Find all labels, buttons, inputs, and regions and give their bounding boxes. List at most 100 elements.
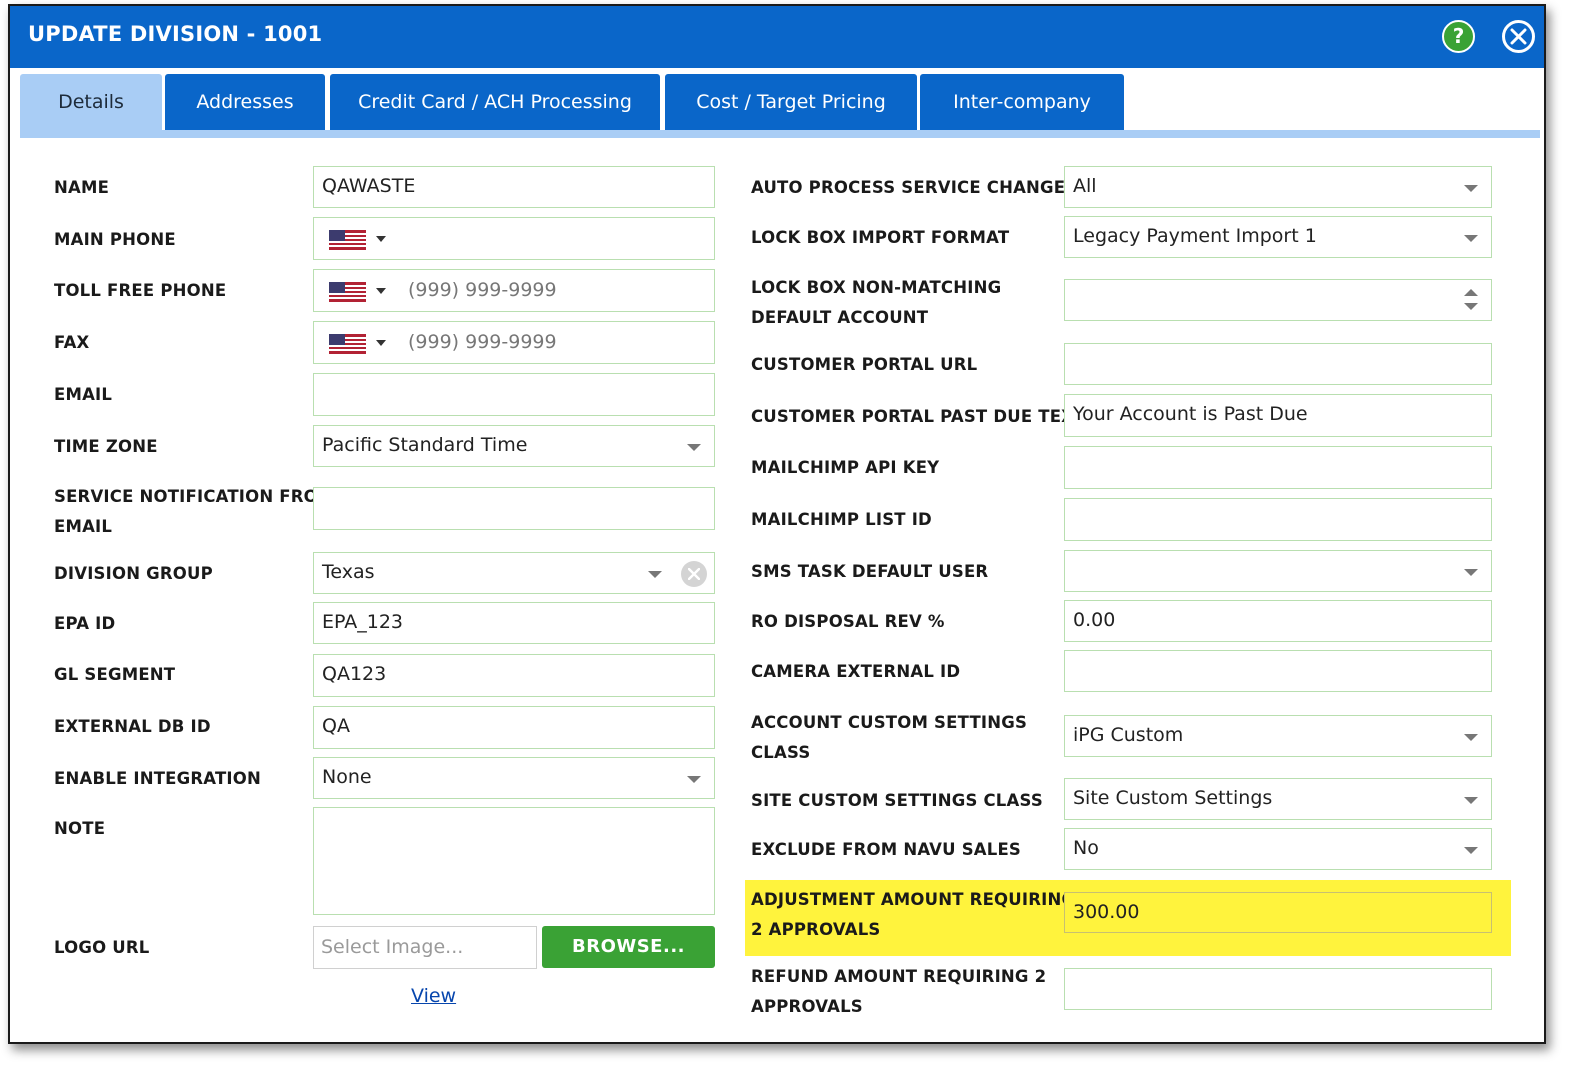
adjustment-amount-value: 300.00 — [1073, 901, 1140, 923]
email-label: EMAIL — [54, 385, 113, 404]
external-db-id-input[interactable]: QA — [313, 706, 715, 749]
main-phone-label: MAIN PHONE — [54, 230, 176, 249]
auto-process-value: All — [1073, 175, 1097, 197]
chevron-down-icon — [1464, 185, 1478, 192]
epa-id-input[interactable]: EPA_123 — [313, 602, 715, 644]
portal-url-label: CUSTOMER PORTAL URL — [751, 355, 978, 374]
camera-external-id-input[interactable] — [1064, 650, 1492, 692]
logo-url-label: LOGO URL — [54, 938, 150, 957]
name-label: NAME — [54, 178, 110, 197]
epa-id-value: EPA_123 — [322, 611, 404, 633]
update-division-dialog: UPDATE DIVISION - 1001 ? Details Address… — [8, 4, 1546, 1044]
external-db-id-label: EXTERNAL DB ID — [54, 717, 211, 736]
account-custom-settings-value: iPG Custom — [1073, 724, 1184, 746]
exclude-navu-sales-label: EXCLUDE FROM NAVU SALES — [751, 840, 1022, 859]
tab-inter-company[interactable]: Inter-company — [920, 74, 1124, 130]
us-flag-icon[interactable] — [329, 230, 366, 250]
note-textarea[interactable] — [313, 807, 715, 915]
adjustment-amount-input[interactable]: 300.00 — [1064, 892, 1492, 933]
site-custom-settings-select[interactable]: Site Custom Settings — [1064, 778, 1492, 820]
account-custom-settings-label-2: CLASS — [751, 743, 811, 762]
chevron-down-icon — [648, 571, 662, 578]
epa-id-label: EPA ID — [54, 614, 116, 633]
tab-cost-target-pricing[interactable]: Cost / Target Pricing — [665, 74, 917, 130]
adjustment-amount-label-2: 2 APPROVALS — [751, 920, 881, 939]
auto-process-select[interactable]: All — [1064, 166, 1492, 208]
time-zone-label: TIME ZONE — [54, 437, 158, 456]
time-zone-select[interactable]: Pacific Standard Time — [313, 425, 715, 467]
service-notification-email-input[interactable] — [313, 487, 715, 530]
spinner-up-icon[interactable] — [1464, 289, 1478, 296]
ro-disposal-rev-label: RO DISPOSAL REV % — [751, 612, 945, 631]
lock-box-nonmatching-input[interactable] — [1064, 279, 1492, 321]
sms-task-user-label: SMS TASK DEFAULT USER — [751, 562, 989, 581]
external-db-id-value: QA — [322, 715, 350, 737]
gl-segment-label: GL SEGMENT — [54, 665, 176, 684]
email-input[interactable] — [313, 373, 715, 416]
account-custom-settings-select[interactable]: iPG Custom — [1064, 715, 1492, 757]
tab-bar: Details Addresses Credit Card / ACH Proc… — [20, 74, 1540, 132]
main-phone-input[interactable] — [313, 217, 715, 260]
us-flag-icon[interactable] — [329, 334, 366, 354]
mailchimp-list-id-label: MAILCHIMP LIST ID — [751, 510, 932, 529]
sms-task-user-select[interactable] — [1064, 550, 1492, 592]
exclude-navu-sales-select[interactable]: No — [1064, 828, 1492, 870]
country-dropdown-icon[interactable] — [376, 340, 386, 346]
camera-external-id-label: CAMERA EXTERNAL ID — [751, 662, 961, 681]
tab-details[interactable]: Details — [20, 74, 162, 130]
mailchimp-api-key-input[interactable] — [1064, 446, 1492, 489]
portal-past-due-input[interactable]: Your Account is Past Due — [1064, 394, 1492, 437]
us-flag-icon[interactable] — [329, 282, 366, 302]
toll-free-phone-placeholder: (999) 999-9999 — [408, 279, 557, 301]
time-zone-value: Pacific Standard Time — [322, 434, 528, 456]
exclude-navu-sales-value: No — [1073, 837, 1099, 859]
mailchimp-list-id-input[interactable] — [1064, 498, 1492, 541]
ro-disposal-rev-input[interactable]: 0.00 — [1064, 600, 1492, 642]
division-group-select[interactable]: Texas — [313, 552, 715, 594]
chevron-down-icon — [1464, 847, 1478, 854]
name-value: QAWASTE — [322, 175, 416, 197]
fax-input[interactable]: (999) 999-9999 — [313, 321, 715, 364]
tab-credit-card-ach[interactable]: Credit Card / ACH Processing — [330, 74, 660, 130]
portal-url-input[interactable] — [1064, 343, 1492, 385]
service-notification-label-2: EMAIL — [54, 517, 113, 536]
chevron-down-icon — [1464, 797, 1478, 804]
enable-integration-select[interactable]: None — [313, 757, 715, 799]
close-icon[interactable] — [1502, 20, 1535, 53]
lock-box-nonmatching-label-2: DEFAULT ACCOUNT — [751, 308, 929, 327]
chevron-down-icon — [687, 776, 701, 783]
spinner-down-icon[interactable] — [1464, 303, 1478, 310]
enable-integration-label: ENABLE INTEGRATION — [54, 769, 261, 788]
service-notification-label-1: SERVICE NOTIFICATION FROM — [54, 487, 335, 506]
browse-button[interactable]: BROWSE... — [542, 926, 715, 968]
mailchimp-api-key-label: MAILCHIMP API KEY — [751, 458, 940, 477]
help-icon[interactable]: ? — [1442, 20, 1475, 53]
refund-amount-input[interactable] — [1064, 968, 1492, 1010]
portal-past-due-value: Your Account is Past Due — [1073, 403, 1308, 425]
name-input[interactable]: QAWASTE — [313, 166, 715, 208]
clear-icon[interactable] — [681, 561, 707, 587]
logo-url-input[interactable]: Select Image... — [313, 926, 537, 969]
adjustment-amount-label-1: ADJUSTMENT AMOUNT REQUIRING — [751, 890, 1076, 909]
account-custom-settings-label-1: ACCOUNT CUSTOM SETTINGS — [751, 713, 1028, 732]
lock-box-format-value: Legacy Payment Import 1 — [1073, 225, 1317, 247]
dialog-titlebar: UPDATE DIVISION - 1001 ? — [10, 6, 1544, 68]
fax-placeholder: (999) 999-9999 — [408, 331, 557, 353]
view-link[interactable]: View — [411, 985, 456, 1007]
ro-disposal-rev-value: 0.00 — [1073, 609, 1116, 631]
auto-process-label: AUTO PROCESS SERVICE CHANGES — [751, 178, 1078, 197]
toll-free-phone-input[interactable]: (999) 999-9999 — [313, 269, 715, 312]
chevron-down-icon — [1464, 569, 1478, 576]
division-group-label: DIVISION GROUP — [54, 564, 213, 583]
tab-addresses[interactable]: Addresses — [165, 74, 325, 130]
portal-past-due-label: CUSTOMER PORTAL PAST DUE TEXT — [751, 407, 1086, 426]
lock-box-format-select[interactable]: Legacy Payment Import 1 — [1064, 216, 1492, 258]
logo-url-placeholder: Select Image... — [321, 936, 464, 958]
tab-underline — [20, 130, 1540, 138]
country-dropdown-icon[interactable] — [376, 236, 386, 242]
gl-segment-input[interactable]: QA123 — [313, 654, 715, 697]
fax-label: FAX — [54, 333, 90, 352]
refund-amount-label-2: APPROVALS — [751, 997, 863, 1016]
country-dropdown-icon[interactable] — [376, 288, 386, 294]
gl-segment-value: QA123 — [322, 663, 387, 685]
